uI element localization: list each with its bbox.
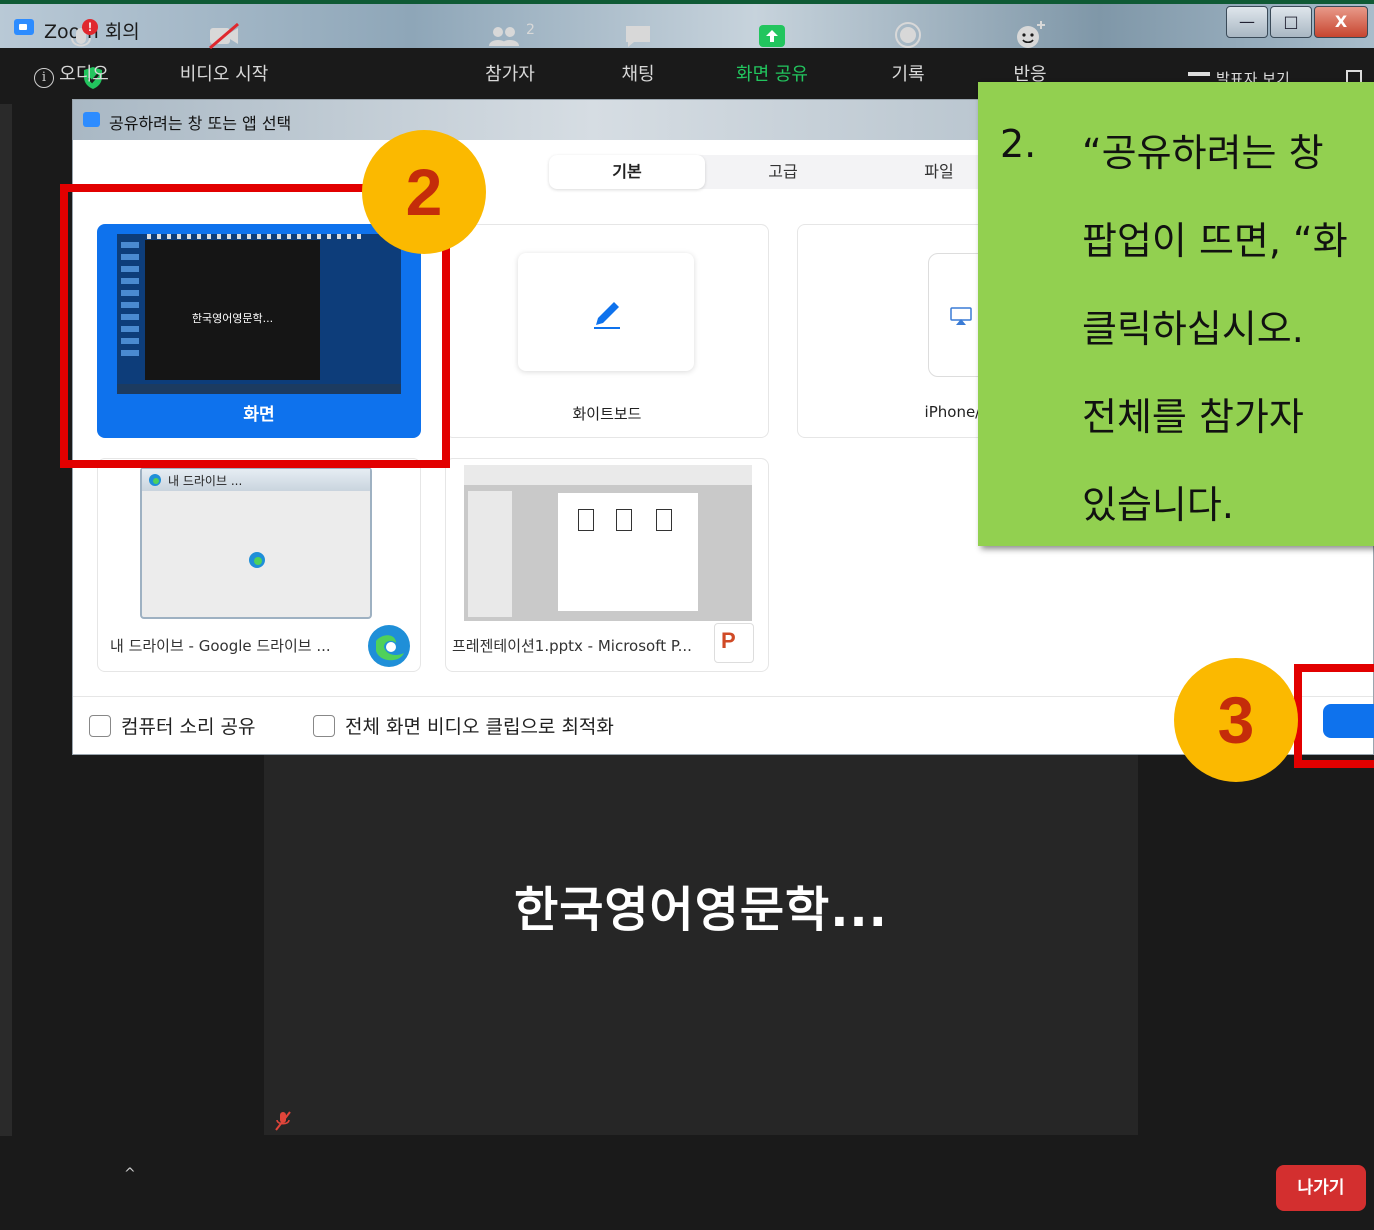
powerpoint-icon: P bbox=[714, 623, 754, 663]
left-edge bbox=[0, 104, 12, 1144]
checkbox-box[interactable] bbox=[89, 714, 111, 737]
start-video-button[interactable]: 비디오 시작 bbox=[164, 18, 284, 86]
slide-shape bbox=[616, 509, 632, 531]
tab-advanced[interactable]: 고급 bbox=[705, 155, 861, 189]
ppt-label: 프레젠테이션1.pptx - Microsoft P... bbox=[452, 637, 692, 655]
callout-line: 있습니다. bbox=[1082, 483, 1234, 527]
pencil-icon bbox=[594, 302, 620, 329]
participant-video: 한국영어영문학... bbox=[264, 755, 1138, 1135]
step-badge-3: 3 bbox=[1174, 658, 1298, 782]
ppt-slide-panel bbox=[468, 491, 512, 617]
close-button[interactable]: X bbox=[1314, 6, 1368, 38]
reactions-icon bbox=[1017, 21, 1045, 48]
participant-name: 한국영어영문학... bbox=[514, 882, 888, 938]
share-option-google-drive-window[interactable]: 내 드라이브 ... 내 드라이브 - Google 드라이브 ... bbox=[97, 458, 421, 672]
callout-number: 2. bbox=[1000, 122, 1037, 166]
slide-shape bbox=[656, 509, 672, 531]
record-button[interactable]: 기록 bbox=[848, 18, 968, 86]
step-badge-2: 2 bbox=[362, 130, 486, 254]
share-screen-button[interactable]: 화면 공유 bbox=[712, 18, 832, 86]
muted-mic-icon bbox=[275, 1111, 291, 1131]
optimize-video-checkbox[interactable]: 전체 화면 비디오 클립으로 최적화 bbox=[313, 712, 614, 739]
callout-line: 팝업이 뜨면, “화 bbox=[1082, 219, 1348, 263]
reactions-label: 반응 bbox=[1013, 64, 1047, 85]
callout-line: “공유하려는 창 bbox=[1082, 131, 1324, 175]
whiteboard-preview bbox=[518, 253, 694, 371]
powerpoint-thumbnail bbox=[464, 465, 752, 621]
window-controls: — □ X bbox=[1224, 6, 1368, 38]
meeting-toolbar bbox=[0, 1136, 1374, 1230]
share-computer-sound-checkbox[interactable]: 컴퓨터 소리 공유 bbox=[89, 712, 255, 739]
microphone-icon: ! bbox=[71, 19, 98, 47]
share-screen-label: 화면 공유 bbox=[736, 64, 808, 85]
slide-shape bbox=[578, 509, 594, 531]
share-computer-sound-label: 컴퓨터 소리 공유 bbox=[121, 716, 256, 738]
drive-window-thumbnail: 내 드라이브 ... bbox=[140, 467, 372, 619]
participants-button[interactable]: 2 참가자 bbox=[450, 18, 570, 86]
share-option-whiteboard[interactable]: 화이트보드 bbox=[445, 224, 769, 438]
edge-loading-icon bbox=[249, 552, 265, 568]
audio-button[interactable]: ! 오디오 bbox=[24, 18, 144, 86]
ppt-slide bbox=[558, 493, 698, 611]
drive-thumb-titlebar: 내 드라이브 ... bbox=[142, 469, 370, 491]
record-icon bbox=[895, 22, 921, 48]
edge-small-icon bbox=[149, 474, 161, 486]
participants-label: 참가자 bbox=[485, 64, 535, 85]
edge-browser-icon bbox=[368, 625, 410, 667]
airplay-icon bbox=[950, 307, 972, 325]
drive-label: 내 드라이브 - Google 드라이브 ... bbox=[110, 637, 331, 655]
share-tabs: 기본 고급 파일 bbox=[549, 155, 1049, 189]
start-video-label: 비디오 시작 bbox=[179, 64, 269, 85]
share-screen-icon bbox=[759, 25, 785, 47]
zoom-dialog-icon bbox=[83, 112, 100, 127]
highlight-share-button bbox=[1294, 664, 1374, 768]
record-label: 기록 bbox=[891, 64, 925, 85]
chat-label: 채팅 bbox=[621, 64, 655, 85]
instruction-callout: 2. “공유하려는 창 팝업이 뜨면, “화 클릭하십시오. 전체를 참가자 있… bbox=[978, 82, 1374, 546]
tab-basic[interactable]: 기본 bbox=[549, 155, 705, 189]
chat-button[interactable]: 채팅 bbox=[578, 18, 698, 86]
video-off-icon bbox=[209, 22, 239, 50]
participants-icon: 2 bbox=[489, 22, 535, 46]
audio-options-caret[interactable]: ^ bbox=[124, 1166, 138, 1182]
share-option-powerpoint-window[interactable]: 프레젠테이션1.pptx - Microsoft P... P bbox=[445, 458, 769, 672]
drive-thumb-title: 내 드라이브 ... bbox=[168, 474, 243, 488]
leave-meeting-button[interactable]: 나가기 bbox=[1276, 1165, 1366, 1211]
reactions-button[interactable]: 반응 bbox=[970, 18, 1090, 86]
participants-count: 2 bbox=[526, 22, 535, 38]
maximize-button[interactable]: □ bbox=[1270, 6, 1312, 38]
callout-line: 클릭하십시오. bbox=[1082, 307, 1304, 351]
audio-label: 오디오 bbox=[59, 64, 109, 85]
chat-icon bbox=[626, 26, 650, 47]
ppt-ribbon bbox=[464, 465, 752, 485]
optimize-video-label: 전체 화면 비디오 클립으로 최적화 bbox=[345, 716, 614, 738]
checkbox-box[interactable] bbox=[313, 714, 335, 737]
callout-line: 전체를 참가자 bbox=[1082, 395, 1304, 439]
dialog-title: 공유하려는 창 또는 앱 선택 bbox=[109, 114, 292, 133]
svg-text:!: ! bbox=[88, 20, 92, 34]
minimize-button[interactable]: — bbox=[1226, 6, 1268, 38]
whiteboard-label: 화이트보드 bbox=[572, 405, 642, 423]
